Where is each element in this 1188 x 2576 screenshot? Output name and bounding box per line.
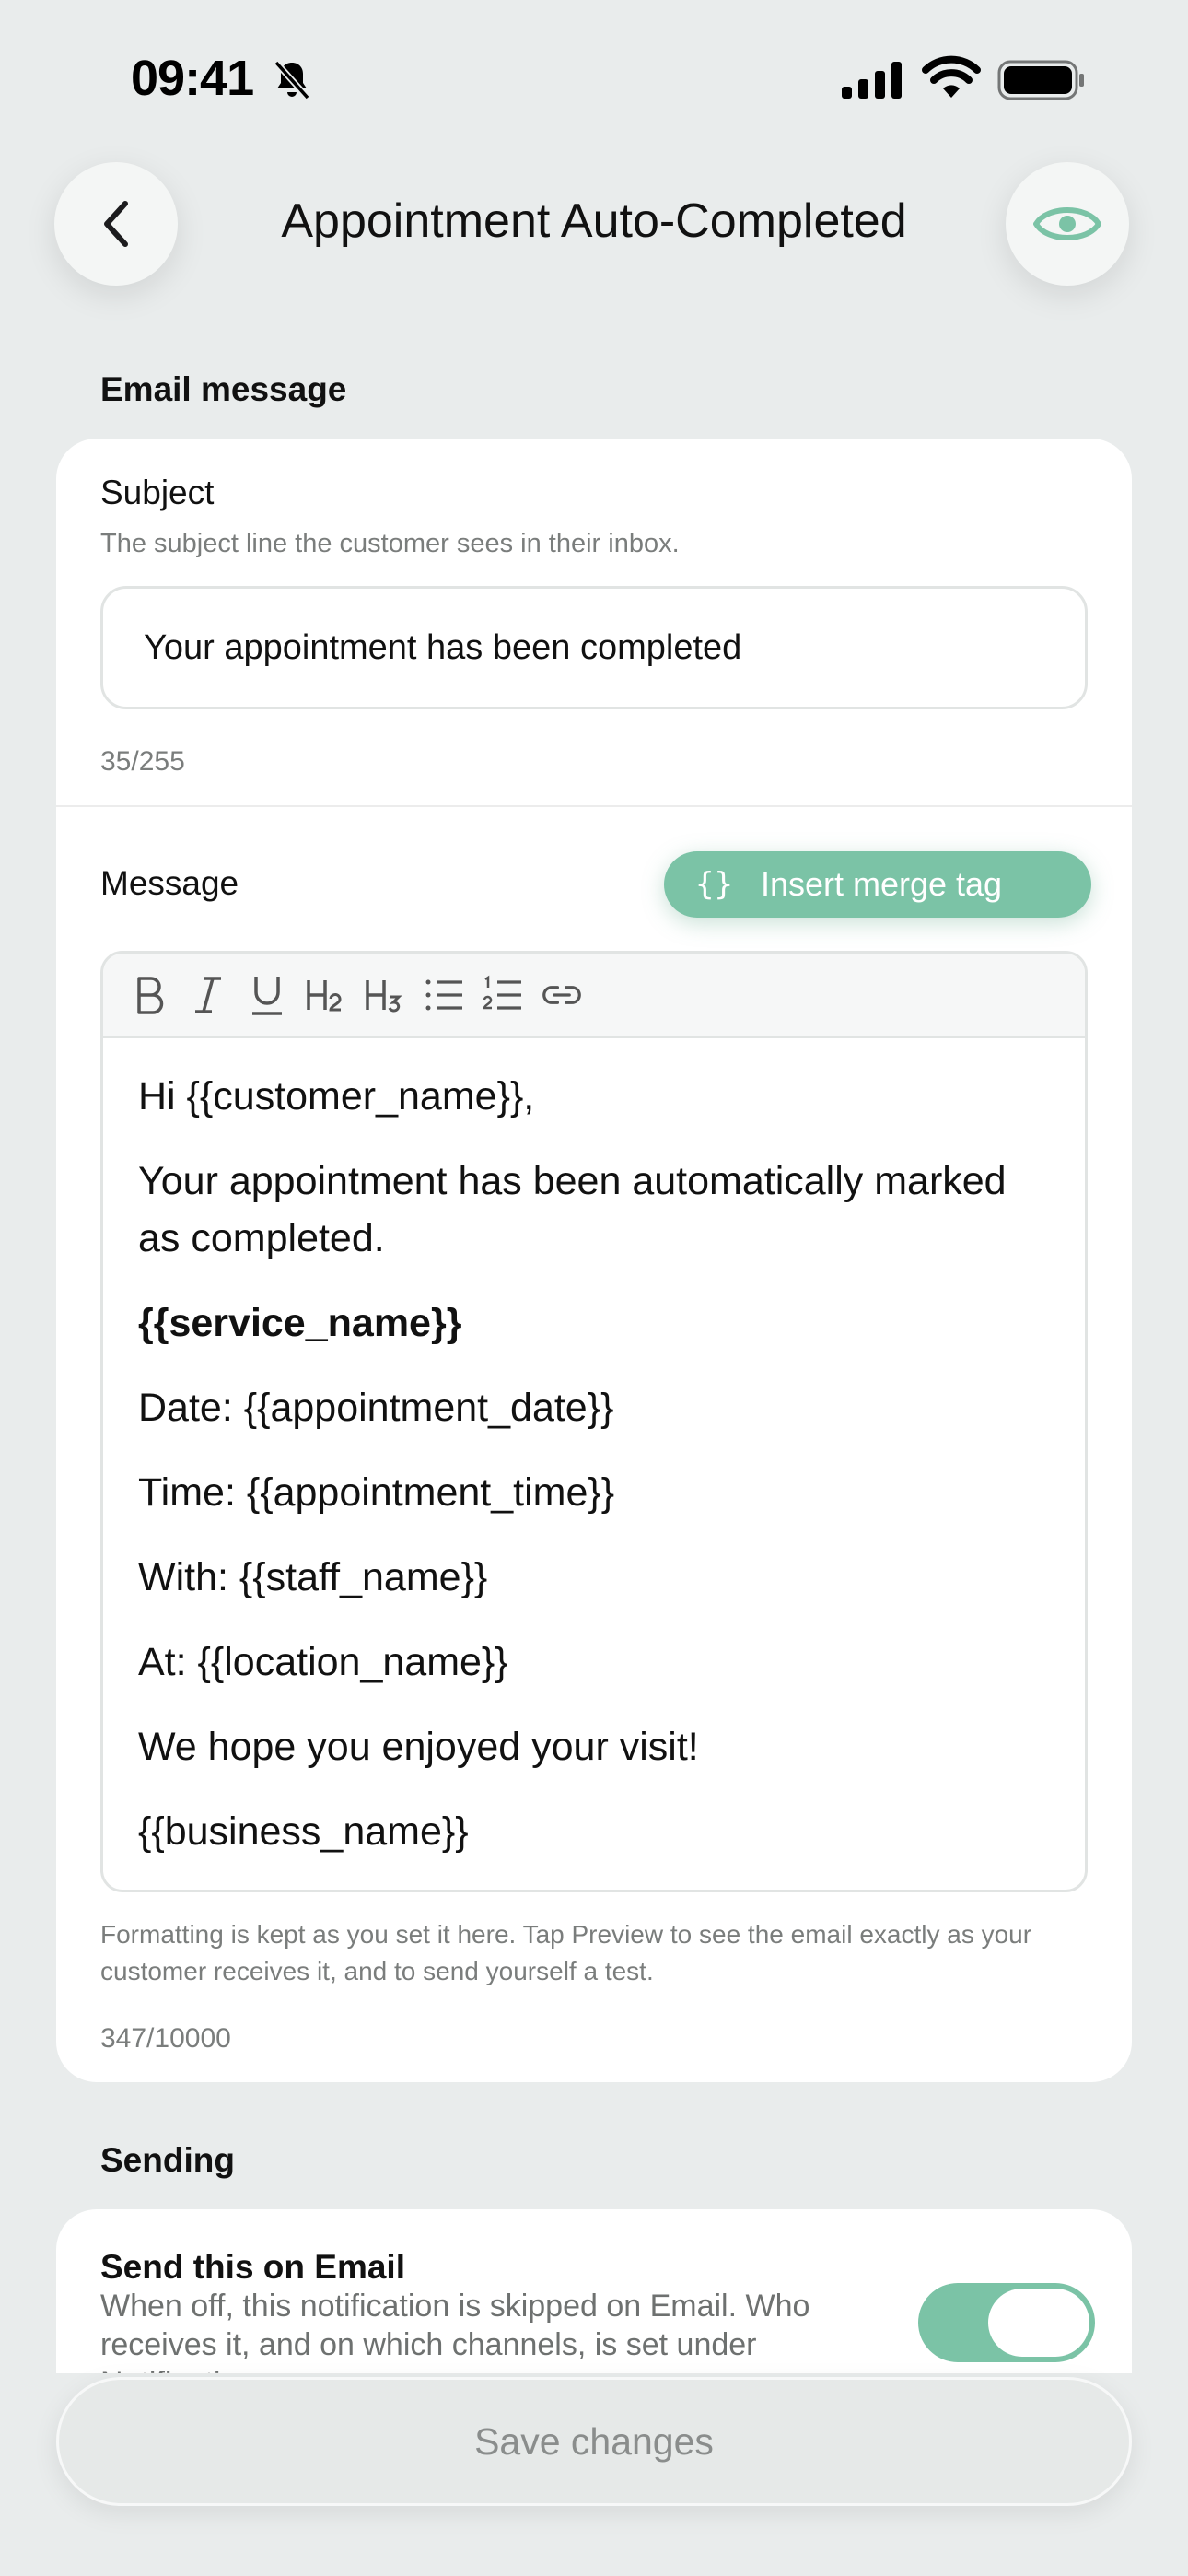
- wifi-icon: [922, 55, 981, 98]
- chevron-left-icon: [104, 201, 128, 247]
- editor-greeting: Hi {{customer_name}},: [138, 1074, 535, 1118]
- underline-icon: [252, 976, 282, 1015]
- insert-merge-tag-button[interactable]: {} Insert merge tag: [664, 851, 1091, 918]
- message-label: Message: [100, 864, 239, 902]
- sending-section-heading: Sending: [100, 2141, 235, 2179]
- bold-icon: [137, 976, 164, 1014]
- numbered-list-icon: [483, 975, 521, 1010]
- editor-staff: With: {{staff_name}}: [138, 1555, 488, 1599]
- numbered-list-button[interactable]: [483, 971, 523, 1019]
- editor-time: Time: {{appointment_time}}: [138, 1470, 615, 1515]
- heading-3-button[interactable]: [365, 971, 405, 1019]
- message-counter: 347/10000: [100, 2023, 231, 2054]
- editor-signature: {{business_name}}: [138, 1809, 469, 1854]
- send-email-title: Send this on Email: [100, 2248, 405, 2286]
- preview-button[interactable]: [1006, 162, 1129, 286]
- send-email-toggle[interactable]: [918, 2283, 1095, 2362]
- italic-icon: [195, 976, 221, 1013]
- battery-icon: [997, 60, 1084, 100]
- subject-hint: The subject line the customer sees in th…: [100, 529, 680, 558]
- email-message-card: Subject The subject line the customer se…: [56, 439, 1132, 2082]
- underline-button[interactable]: [247, 971, 287, 1019]
- email-section-heading: Email message: [100, 370, 347, 408]
- subject-label: Subject: [100, 474, 215, 511]
- status-bar: 09:41: [0, 0, 1188, 157]
- editor-service: {{service_name}}: [138, 1301, 462, 1345]
- formatting-toolbar: [103, 954, 1085, 1038]
- page-title: Appointment Auto-Completed: [281, 194, 907, 248]
- message-editor[interactable]: Hi {{customer_name}}, Your appointment h…: [100, 951, 1088, 1892]
- editor-date: Date: {{appointment_date}}: [138, 1386, 614, 1430]
- editor-content[interactable]: Hi {{customer_name}}, Your appointment h…: [103, 1038, 1085, 1860]
- italic-button[interactable]: [188, 971, 228, 1019]
- braces-icon: {}: [695, 866, 733, 903]
- toggle-knob: [988, 2289, 1089, 2357]
- editor-location: At: {{location_name}}: [138, 1640, 508, 1684]
- link-button[interactable]: [542, 971, 582, 1019]
- bullet-list-icon: [425, 979, 462, 1010]
- bell-slash-icon: [274, 60, 310, 100]
- heading-2-icon: [307, 979, 342, 1011]
- heading-3-icon: [366, 979, 402, 1012]
- heading-2-button[interactable]: [306, 971, 346, 1019]
- status-time: 09:41: [131, 51, 254, 106]
- bullet-list-button[interactable]: [424, 971, 464, 1019]
- bold-button[interactable]: [129, 971, 169, 1019]
- eye-icon: [1033, 207, 1101, 240]
- subject-counter: 35/255: [100, 746, 185, 777]
- save-changes-button[interactable]: Save changes: [56, 2377, 1132, 2506]
- cellular-signal-icon: [842, 62, 902, 99]
- back-button[interactable]: [54, 162, 178, 286]
- link-icon: [542, 985, 581, 1004]
- editor-closing: We hope you enjoyed your visit!: [138, 1725, 699, 1769]
- editor-intro: Your appointment has been automatically …: [138, 1159, 1007, 1260]
- insert-merge-tag-label: Insert merge tag: [760, 865, 1003, 903]
- subject-input[interactable]: Your appointment has been completed: [100, 586, 1088, 709]
- formatting-note: Formatting is kept as you set it here. T…: [100, 1920, 1032, 1985]
- divider: [56, 805, 1132, 807]
